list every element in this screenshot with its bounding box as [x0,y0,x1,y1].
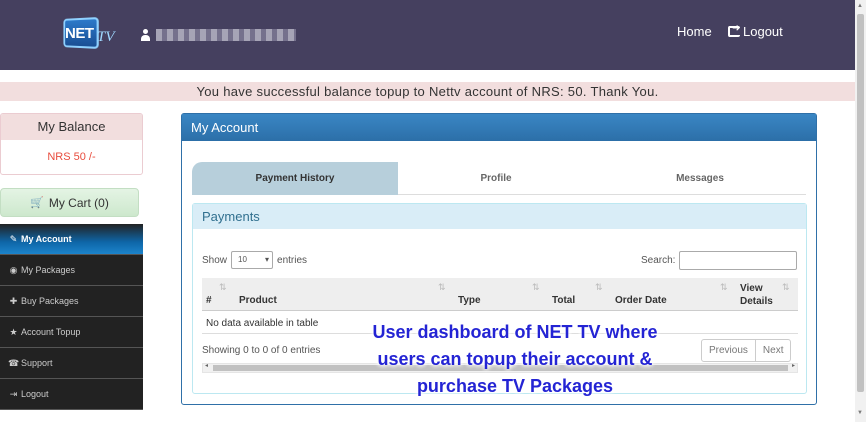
balance-value: NRS 50 /- [47,151,96,163]
search-input[interactable] [679,251,798,270]
column-header-product[interactable]: Product [239,295,277,306]
caption-overlay: User dashboard of NET TV where users can… [372,322,658,396]
table-info: Showing 0 to 0 of 0 entries [202,345,321,356]
cart-icon: 🛒 [30,197,44,209]
account-tabs: Payment History Profile Messages [192,162,806,195]
sort-icon: ⇅ [438,282,446,292]
edit-icon: ✎ [9,233,18,244]
sort-icon: ⇅ [782,282,790,292]
page-scrollbar[interactable]: ▲ ▼ [855,0,866,422]
sort-icon: ⇅ [720,282,728,292]
tab-payment-history[interactable]: Payment History [192,162,398,195]
user-info [140,29,296,41]
top-navbar: NET TV Home Logout [0,0,855,70]
sidebar-item-support[interactable]: ☎ Support [0,348,143,379]
empty-table-message: No data available in table [206,318,319,329]
sidebar-item-label: Support [21,358,53,368]
logo-net-text: NET [65,25,94,42]
panel-title: My Account [182,114,816,141]
balance-panel: My Balance NRS 50 /- [0,113,143,175]
eye-icon: ◉ [9,264,18,275]
user-icon [140,29,151,41]
nettv-logo[interactable]: NET TV [60,14,120,54]
sidebar-menu: ✎ My Account ◉ My Packages ✚ Buy Package… [0,224,143,410]
payments-title: Payments [193,204,806,229]
scrollbar-thumb[interactable] [857,14,864,392]
my-cart-button[interactable]: 🛒 My Cart (0) [0,188,139,217]
scroll-up-icon[interactable]: ▲ [857,3,863,9]
column-header-total[interactable]: Total [552,295,575,306]
username-redacted [156,29,296,41]
table-search: Search: [641,251,798,270]
payments-table-header: ⇅ # Product ⇅ Type ⇅ Total ⇅ Order Date … [202,278,798,311]
star-icon: ★ [9,326,18,337]
plus-icon: ✚ [9,295,18,306]
sort-icon: ⇅ [532,282,540,292]
scroll-down-icon[interactable]: ▼ [857,410,863,416]
balance-title: My Balance [1,114,142,140]
sidebar-item-my-account[interactable]: ✎ My Account [0,224,143,255]
home-link[interactable]: Home [677,24,712,39]
cart-label: My Cart (0) [48,195,109,210]
success-alert: You have successful balance topup to Net… [0,82,855,101]
sidebar-item-label: Buy Packages [21,296,79,306]
phone-icon: ☎ [8,357,20,368]
sort-asc-icon: ⇅ [219,282,227,292]
tab-messages[interactable]: Messages [594,162,806,195]
scroll-left-icon[interactable]: ◂ [205,362,208,369]
sort-icon: ⇅ [595,282,603,292]
column-header-view-details[interactable]: View Details [740,282,780,308]
previous-button[interactable]: Previous [702,340,755,361]
sidebar-item-label: My Account [21,234,72,244]
search-label: Search: [641,255,676,266]
entries-length-control: Show 10 entries [202,251,307,269]
next-button[interactable]: Next [754,340,791,361]
entries-select[interactable]: 10 [231,251,274,269]
pagination: Previous Next [701,339,792,362]
sidebar-item-label: Logout [21,389,49,399]
logo-tv-text: TV [97,29,115,45]
entries-label: entries [277,254,308,266]
logout-icon [728,23,740,37]
tab-profile[interactable]: Profile [398,162,594,195]
sidebar-item-label: Account Topup [21,327,81,337]
logout-link[interactable]: Logout [728,23,783,39]
show-label: Show [202,254,228,266]
column-header-order-date[interactable]: Order Date [615,295,667,306]
logout-label: Logout [743,24,783,39]
sidebar-item-account-topup[interactable]: ★ Account Topup [0,317,143,348]
sidebar-item-logout[interactable]: ⇥ Logout [0,379,143,410]
sidebar-item-my-packages[interactable]: ◉ My Packages [0,255,143,286]
scroll-right-icon[interactable]: ▸ [792,362,795,369]
logout-icon: ⇥ [9,388,18,399]
sidebar-item-buy-packages[interactable]: ✚ Buy Packages [0,286,143,317]
sidebar-item-label: My Packages [21,265,76,275]
column-header-number[interactable]: # [206,295,212,306]
column-header-type[interactable]: Type [458,295,481,306]
